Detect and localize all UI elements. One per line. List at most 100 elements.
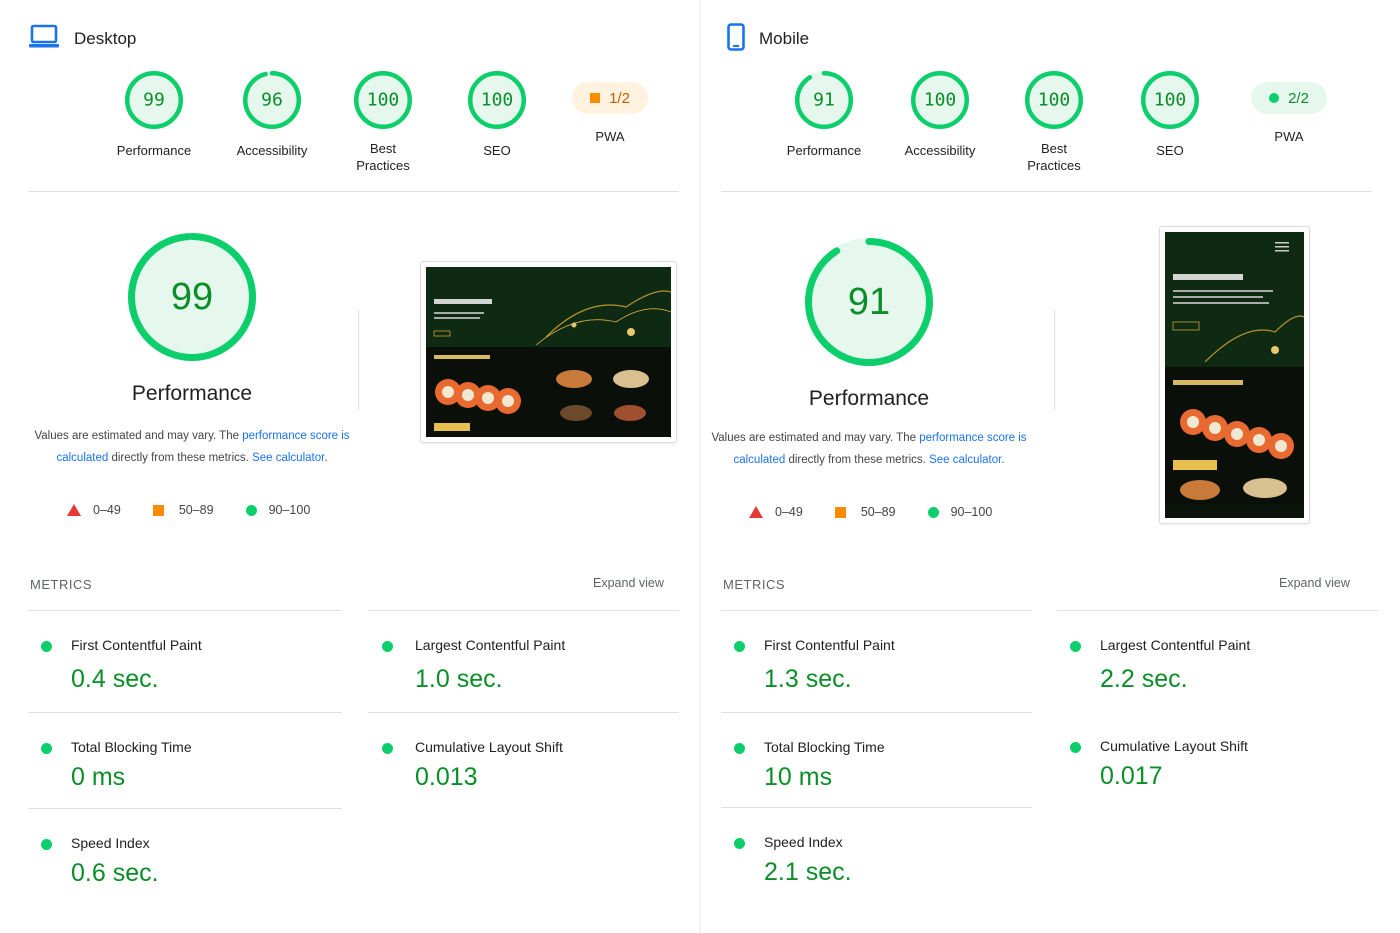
gauge-score: 100 (924, 90, 957, 111)
metric-name: Cumulative Layout Shift (1100, 738, 1248, 754)
legend-average: 50–89 (152, 503, 214, 517)
mobile-gauge-pwa[interactable]: 2/2 PWA (1229, 70, 1349, 145)
metrics-heading: METRICS (723, 577, 785, 592)
note-text: directly from these metrics. (108, 452, 253, 464)
screenshot-art (426, 267, 671, 437)
note-text: . (324, 452, 328, 464)
metric-value: 1.3 sec. (764, 665, 852, 693)
gauge-score: 91 (813, 90, 835, 111)
gauge-score: 91 (848, 281, 890, 323)
metric-name: First Contentful Paint (71, 637, 202, 653)
desktop-page-screenshot[interactable] (420, 261, 677, 443)
desktop-gauge-performance[interactable]: 99 Performance (94, 70, 214, 159)
divider (721, 191, 1372, 192)
pass-circle-icon (734, 838, 745, 849)
mobile-title: Mobile (759, 29, 810, 48)
legend-label: 90–100 (950, 505, 993, 519)
performance-gauge: 91 (805, 238, 933, 366)
desktop-score-note: Values are estimated and may vary. The p… (22, 425, 362, 469)
desktop-gauge-accessibility[interactable]: 96 Accessibility (212, 70, 332, 159)
gauge-score: 100 (1038, 90, 1071, 111)
metric-value: 0.017 (1100, 762, 1163, 790)
mobile-gauge-best-practices[interactable]: 100 Best Practices (994, 70, 1114, 174)
legend-pass: 90–100 (245, 503, 310, 517)
average-square-icon (590, 93, 601, 103)
gauge-ring: 91 (795, 71, 853, 129)
legend-fail: 0–49 (67, 503, 121, 517)
metric-largest-contentful-paint: Largest Contentful Paint 2.2 sec. (1057, 610, 1378, 710)
metric-cumulative-layout-shift: Cumulative Layout Shift 0.013 (368, 712, 679, 808)
gauge-label: PWA (595, 129, 625, 144)
metric-name: Largest Contentful Paint (1100, 637, 1251, 653)
mobile-score-note: Values are estimated and may vary. The p… (699, 427, 1039, 471)
gauge-label: Performance (116, 143, 192, 158)
pass-circle-icon (41, 839, 52, 850)
legend-label: 50–89 (178, 503, 214, 517)
desktop-report-panel: Desktop 99 Performance 96 Accessibility … (0, 0, 699, 933)
divider (1054, 310, 1055, 410)
metric-first-contentful-paint: First Contentful Paint 0.4 sec. (28, 610, 342, 710)
gauge-score: 100 (367, 90, 400, 111)
fail-triangle-icon (749, 506, 763, 518)
pass-circle-icon (1070, 742, 1081, 753)
metric-value: 0 ms (71, 763, 126, 791)
mobile-gauge-performance[interactable]: 91 Performance (764, 70, 884, 159)
metric-name: Cumulative Layout Shift (415, 739, 563, 755)
divider (358, 310, 359, 410)
metric-value: 0.013 (415, 763, 478, 791)
metric-value: 2.1 sec. (764, 858, 852, 886)
gauge-score: 96 (261, 90, 283, 111)
legend-label: 0–49 (93, 503, 121, 517)
metric-cumulative-layout-shift: Cumulative Layout Shift 0.017 (1057, 712, 1378, 808)
desktop-gauge-pwa[interactable]: 1/2 PWA (550, 70, 670, 145)
divider (28, 191, 679, 192)
mobile-gauge-accessibility[interactable]: 100 Accessibility (880, 70, 1000, 159)
gauge-ring: 100 (354, 71, 412, 129)
gauge-label: Accessibility (236, 143, 308, 158)
expand-view-toggle[interactable]: Expand view (1279, 576, 1350, 590)
mobile-performance-summary: 91 Performance (744, 237, 994, 411)
desktop-title: Desktop (74, 29, 137, 48)
gauge-score: 99 (143, 90, 165, 111)
mobile-report-panel: Mobile 91 Performance 100 Accessibility … (701, 0, 1400, 933)
metric-name: Speed Index (71, 835, 150, 851)
legend-label: 0–49 (775, 505, 803, 519)
metric-value: 1.0 sec. (415, 665, 503, 693)
desktop-gauge-best-practices[interactable]: 100 Best Practices (323, 70, 443, 174)
average-square-icon (152, 504, 164, 516)
pass-circle-icon (1269, 93, 1280, 103)
expand-view-toggle[interactable]: Expand view (593, 576, 664, 590)
pass-circle-icon (734, 641, 745, 652)
note-text: . (1001, 454, 1005, 466)
metric-name: Largest Contentful Paint (415, 637, 566, 653)
performance-title: Performance (808, 387, 930, 410)
pass-circle-icon (734, 743, 745, 754)
desktop-performance-summary: 99 Performance (67, 232, 317, 406)
metric-value: 10 ms (764, 763, 833, 791)
average-square-icon (834, 506, 846, 518)
see-calculator-link[interactable]: See calculator (929, 454, 1001, 466)
desktop-gauge-seo[interactable]: 100 SEO (437, 70, 557, 159)
legend-pass: 90–100 (927, 505, 993, 519)
gauge-ring: 100 (1025, 71, 1083, 129)
gauge-label: SEO (1156, 143, 1184, 158)
gauge-label: Performance (786, 143, 862, 158)
pass-circle-icon (927, 506, 939, 518)
see-calculator-link[interactable]: See calculator (252, 452, 324, 464)
metric-name: First Contentful Paint (764, 637, 895, 653)
pwa-value: 2/2 (1288, 89, 1309, 107)
mobile-gauge-seo[interactable]: 100 SEO (1110, 70, 1230, 159)
mobile-page-screenshot[interactable] (1159, 226, 1310, 524)
pass-circle-icon (41, 743, 52, 754)
metric-name: Total Blocking Time (71, 739, 192, 755)
metric-largest-contentful-paint: Largest Contentful Paint 1.0 sec. (368, 610, 679, 710)
metrics-heading: METRICS (30, 577, 92, 592)
metric-speed-index: Speed Index 0.6 sec. (28, 808, 342, 904)
gauge-label: Accessibility (904, 143, 976, 158)
metric-speed-index: Speed Index 2.1 sec. (721, 807, 1032, 903)
note-text: Values are estimated and may vary. The (711, 432, 920, 444)
metric-value: 2.2 sec. (1100, 665, 1188, 693)
mobile-score-legend: 0–49 50–89 90–100 (749, 505, 1024, 519)
note-text: directly from these metrics. (785, 454, 930, 466)
gauge-ring: 100 (468, 71, 526, 129)
